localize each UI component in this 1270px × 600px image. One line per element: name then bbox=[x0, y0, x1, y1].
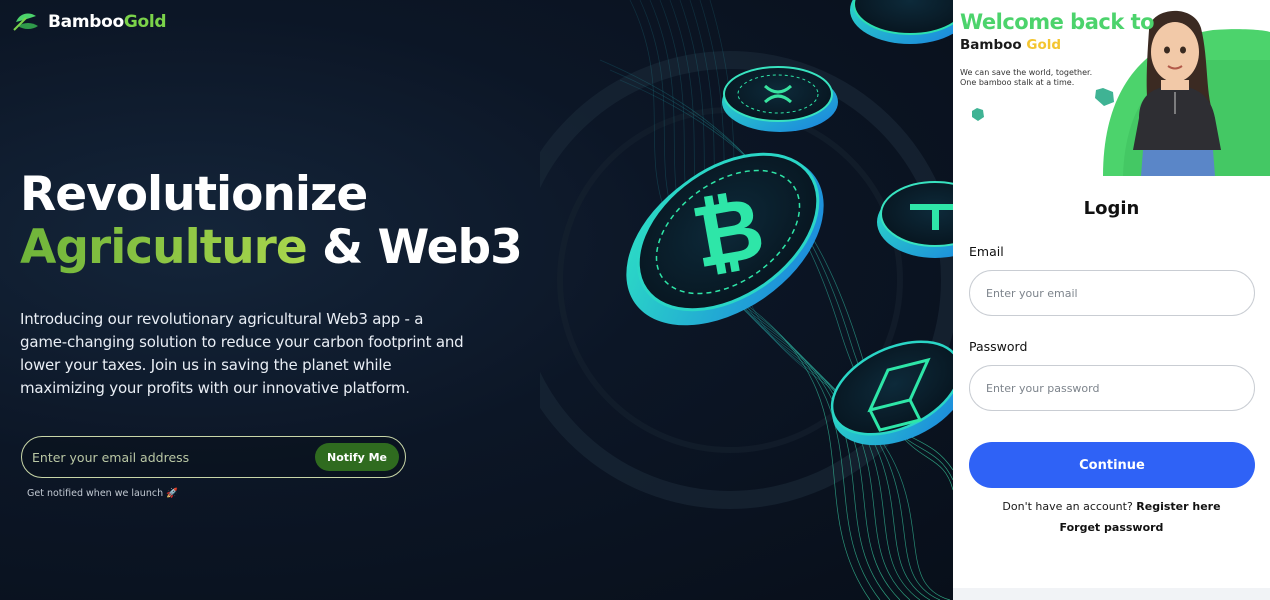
brand-logo[interactable]: BambooGold bbox=[12, 10, 167, 34]
headline-accent: Agriculture bbox=[20, 220, 308, 275]
hexagon-decor bbox=[1095, 88, 1114, 106]
login-panel: Welcome back to Bamboo Gold We can save … bbox=[953, 0, 1270, 600]
notify-hint: Get notified when we launch 🚀 bbox=[27, 488, 178, 499]
tether-coin-top bbox=[850, 0, 953, 44]
panel-footer-strip bbox=[953, 588, 1270, 600]
notify-email-input[interactable] bbox=[32, 449, 316, 465]
register-link[interactable]: Register here bbox=[1136, 500, 1220, 513]
brand-name: BambooGold bbox=[48, 12, 167, 32]
forget-password-row: Forget password bbox=[953, 521, 1270, 534]
headline-rest: & Web3 bbox=[306, 220, 523, 275]
welcome-brand: Bamboo Gold bbox=[960, 37, 1062, 53]
tether-coin-right bbox=[877, 181, 953, 258]
welcome-tagline: We can save the world, together. One bam… bbox=[960, 68, 1100, 88]
password-label: Password bbox=[969, 339, 1028, 354]
welcome-title: Welcome back to bbox=[960, 10, 1155, 34]
ripple-coin bbox=[722, 66, 838, 132]
email-field[interactable] bbox=[969, 270, 1255, 316]
hero-section: ₿ BambooGold Revolutionize Agriculture &… bbox=[0, 0, 953, 600]
headline-line1: Revolutionize bbox=[20, 167, 368, 222]
login-title: Login bbox=[1083, 198, 1140, 219]
bitcoin-coin: ₿ bbox=[626, 152, 824, 326]
hexagon-decor-small bbox=[972, 108, 984, 121]
notify-me-button[interactable]: Notify Me bbox=[315, 443, 399, 471]
notify-form: Notify Me bbox=[21, 436, 406, 478]
forget-password-link[interactable]: Forget password bbox=[1060, 521, 1164, 534]
bamboo-leaf-icon bbox=[13, 13, 38, 31]
register-prompt: Don't have an account? Register here bbox=[953, 500, 1270, 513]
welcome-banner: Welcome back to Bamboo Gold We can save … bbox=[953, 0, 1270, 176]
tagline-line2: One bamboo stalk at a time. bbox=[960, 78, 1075, 87]
tagline-line1: We can save the world, together. bbox=[960, 68, 1093, 77]
continue-button[interactable]: Continue bbox=[969, 442, 1255, 488]
no-account-text: Don't have an account? bbox=[1002, 500, 1133, 513]
crypto-coins-illustration: ₿ bbox=[540, 0, 953, 600]
email-label: Email bbox=[969, 244, 1004, 259]
hero-headline: Revolutionize Agriculture & Web3 bbox=[20, 167, 523, 275]
hero-intro-text: Introducing our revolutionary agricultur… bbox=[20, 310, 464, 397]
password-field[interactable] bbox=[969, 365, 1255, 411]
